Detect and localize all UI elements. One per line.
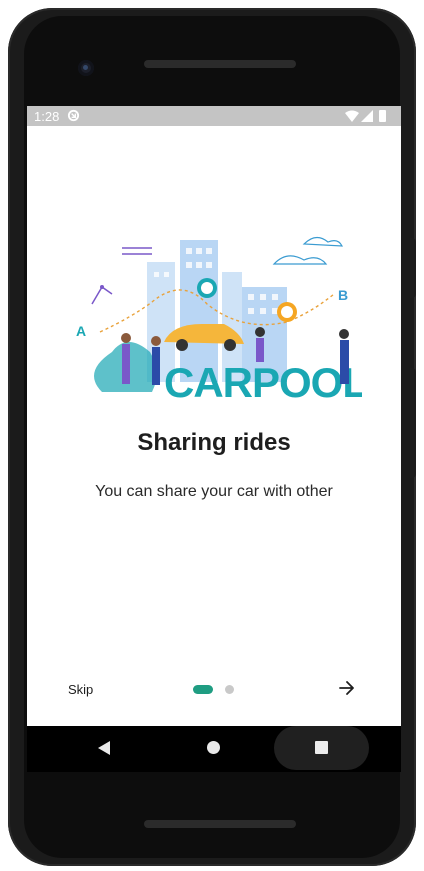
status-time: 1:28: [34, 109, 60, 124]
onboarding-title: Sharing rides: [137, 429, 291, 456]
sync-icon: [67, 109, 80, 122]
home-circle-icon[interactable]: [207, 741, 220, 754]
page-dot-active: [193, 685, 213, 694]
recents-button[interactable]: [274, 726, 369, 770]
arrow-right-icon[interactable]: [337, 678, 357, 698]
point-b-label: B: [338, 287, 348, 303]
page-dot: [225, 685, 234, 694]
status-bar: 1:28: [27, 106, 401, 126]
wifi-icon: [345, 110, 359, 122]
front-camera: [78, 60, 94, 76]
status-icons: [345, 110, 386, 122]
top-speaker: [144, 60, 296, 68]
signal-icon: [361, 110, 373, 122]
skip-button[interactable]: Skip: [68, 682, 93, 697]
power-button: [410, 368, 416, 478]
bottom-speaker: [144, 820, 296, 828]
battery-icon: [379, 110, 386, 122]
onboarding-subtitle: You can share your car with other: [95, 483, 333, 500]
carpool-wordmark: CARPOOL: [164, 359, 362, 406]
point-a-label: A: [76, 323, 86, 339]
carpool-illustration: A B CARPOOL: [76, 236, 362, 406]
recents-square-icon: [315, 741, 328, 754]
system-nav-bar: [27, 726, 401, 772]
volume-button: [410, 238, 416, 298]
app-screen: 1:28 A B CARPOOL Sharing rides You can s…: [27, 106, 401, 726]
back-triangle-icon[interactable]: [97, 740, 111, 756]
page-indicator: [193, 684, 243, 696]
